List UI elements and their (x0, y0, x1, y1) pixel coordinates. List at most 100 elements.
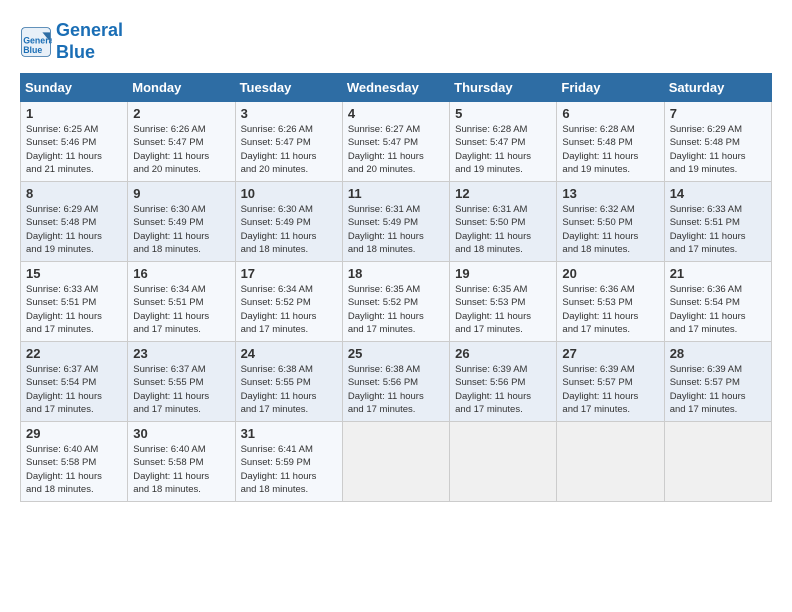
day-header-tuesday: Tuesday (235, 74, 342, 102)
day-info: Sunrise: 6:39 AM Sunset: 5:57 PM Dayligh… (562, 363, 658, 416)
day-info: Sunrise: 6:35 AM Sunset: 5:53 PM Dayligh… (455, 283, 551, 336)
day-info: Sunrise: 6:37 AM Sunset: 5:55 PM Dayligh… (133, 363, 229, 416)
day-info: Sunrise: 6:29 AM Sunset: 5:48 PM Dayligh… (26, 203, 122, 256)
day-info: Sunrise: 6:36 AM Sunset: 5:54 PM Dayligh… (670, 283, 766, 336)
day-info: Sunrise: 6:39 AM Sunset: 5:57 PM Dayligh… (670, 363, 766, 416)
calendar-cell: 8 Sunrise: 6:29 AM Sunset: 5:48 PM Daylig… (21, 182, 128, 262)
logo-icon: General Blue (20, 26, 52, 58)
day-number: 8 (26, 186, 122, 201)
day-number: 28 (670, 346, 766, 361)
day-info: Sunrise: 6:29 AM Sunset: 5:48 PM Dayligh… (670, 123, 766, 176)
calendar-cell (664, 422, 771, 502)
calendar-cell: 22 Sunrise: 6:37 AM Sunset: 5:54 PM Dayli… (21, 342, 128, 422)
day-info: Sunrise: 6:40 AM Sunset: 5:58 PM Dayligh… (26, 443, 122, 496)
calendar-cell: 29 Sunrise: 6:40 AM Sunset: 5:58 PM Dayli… (21, 422, 128, 502)
calendar-cell: 24Sunrise: 6:38 AM Sunset: 5:55 PM Dayli… (235, 342, 342, 422)
day-number: 31 (241, 426, 337, 441)
calendar-cell: 30 Sunrise: 6:40 AM Sunset: 5:58 PM Dayli… (128, 422, 235, 502)
day-number: 19 (455, 266, 551, 281)
day-header-friday: Friday (557, 74, 664, 102)
calendar-cell (450, 422, 557, 502)
calendar-cell: 4 Sunrise: 6:27 AM Sunset: 5:47 PM Daylig… (342, 102, 449, 182)
day-info: Sunrise: 6:37 AM Sunset: 5:54 PM Dayligh… (26, 363, 122, 416)
svg-text:Blue: Blue (23, 45, 42, 55)
calendar-cell (342, 422, 449, 502)
day-header-sunday: Sunday (21, 74, 128, 102)
calendar-cell: 16Sunrise: 6:34 AM Sunset: 5:51 PM Dayli… (128, 262, 235, 342)
calendar-cell: 15 Sunrise: 6:33 AM Sunset: 5:51 PM Dayli… (21, 262, 128, 342)
day-number: 1 (26, 106, 122, 121)
day-info: Sunrise: 6:28 AM Sunset: 5:47 PM Dayligh… (455, 123, 551, 176)
day-info: Sunrise: 6:32 AM Sunset: 5:50 PM Dayligh… (562, 203, 658, 256)
day-number: 26 (455, 346, 551, 361)
day-number: 15 (26, 266, 122, 281)
day-header-thursday: Thursday (450, 74, 557, 102)
day-info: Sunrise: 6:33 AM Sunset: 5:51 PM Dayligh… (26, 283, 122, 336)
day-number: 14 (670, 186, 766, 201)
calendar-cell: 17Sunrise: 6:34 AM Sunset: 5:52 PM Dayli… (235, 262, 342, 342)
day-number: 11 (348, 186, 444, 201)
calendar-cell: 7 Sunrise: 6:29 AM Sunset: 5:48 PM Daylig… (664, 102, 771, 182)
logo: General Blue General Blue (20, 20, 123, 63)
day-number: 13 (562, 186, 658, 201)
day-info: Sunrise: 6:35 AM Sunset: 5:52 PM Dayligh… (348, 283, 444, 336)
day-number: 4 (348, 106, 444, 121)
week-row-5: 29 Sunrise: 6:40 AM Sunset: 5:58 PM Dayli… (21, 422, 772, 502)
day-number: 12 (455, 186, 551, 201)
day-number: 16 (133, 266, 229, 281)
day-info: Sunrise: 6:41 AM Sunset: 5:59 PM Dayligh… (241, 443, 337, 496)
calendar-cell: 28 Sunrise: 6:39 AM Sunset: 5:57 PM Dayli… (664, 342, 771, 422)
calendar-cell: 21 Sunrise: 6:36 AM Sunset: 5:54 PM Dayli… (664, 262, 771, 342)
day-number: 9 (133, 186, 229, 201)
calendar-cell: 9Sunrise: 6:30 AM Sunset: 5:49 PM Daylig… (128, 182, 235, 262)
calendar-cell: 20 Sunrise: 6:36 AM Sunset: 5:53 PM Dayli… (557, 262, 664, 342)
week-row-4: 22 Sunrise: 6:37 AM Sunset: 5:54 PM Dayli… (21, 342, 772, 422)
day-number: 3 (241, 106, 337, 121)
week-row-3: 15 Sunrise: 6:33 AM Sunset: 5:51 PM Dayli… (21, 262, 772, 342)
day-info: Sunrise: 6:30 AM Sunset: 5:49 PM Dayligh… (241, 203, 337, 256)
day-info: Sunrise: 6:36 AM Sunset: 5:53 PM Dayligh… (562, 283, 658, 336)
day-info: Sunrise: 6:40 AM Sunset: 5:58 PM Dayligh… (133, 443, 229, 496)
day-info: Sunrise: 6:28 AM Sunset: 5:48 PM Dayligh… (562, 123, 658, 176)
calendar-cell: 2 Sunrise: 6:26 AM Sunset: 5:47 PM Daylig… (128, 102, 235, 182)
day-number: 10 (241, 186, 337, 201)
calendar-cell: 1Sunrise: 6:25 AM Sunset: 5:46 PM Daylig… (21, 102, 128, 182)
day-info: Sunrise: 6:33 AM Sunset: 5:51 PM Dayligh… (670, 203, 766, 256)
day-info: Sunrise: 6:31 AM Sunset: 5:49 PM Dayligh… (348, 203, 444, 256)
calendar-cell: 18 Sunrise: 6:35 AM Sunset: 5:52 PM Dayli… (342, 262, 449, 342)
day-number: 27 (562, 346, 658, 361)
day-number: 29 (26, 426, 122, 441)
day-number: 30 (133, 426, 229, 441)
calendar-cell: 13 Sunrise: 6:32 AM Sunset: 5:50 PM Dayli… (557, 182, 664, 262)
day-info: Sunrise: 6:27 AM Sunset: 5:47 PM Dayligh… (348, 123, 444, 176)
day-info: Sunrise: 6:26 AM Sunset: 5:47 PM Dayligh… (133, 123, 229, 176)
day-header-monday: Monday (128, 74, 235, 102)
week-row-2: 8 Sunrise: 6:29 AM Sunset: 5:48 PM Daylig… (21, 182, 772, 262)
day-info: Sunrise: 6:38 AM Sunset: 5:56 PM Dayligh… (348, 363, 444, 416)
day-number: 20 (562, 266, 658, 281)
day-info: Sunrise: 6:38 AM Sunset: 5:55 PM Dayligh… (241, 363, 337, 416)
header-row: SundayMondayTuesdayWednesdayThursdayFrid… (21, 74, 772, 102)
calendar-cell: 26Sunrise: 6:39 AM Sunset: 5:56 PM Dayli… (450, 342, 557, 422)
calendar-cell: 10 Sunrise: 6:30 AM Sunset: 5:49 PM Dayli… (235, 182, 342, 262)
calendar-cell: 12 Sunrise: 6:31 AM Sunset: 5:50 PM Dayli… (450, 182, 557, 262)
day-number: 21 (670, 266, 766, 281)
calendar-cell: 5 Sunrise: 6:28 AM Sunset: 5:47 PM Daylig… (450, 102, 557, 182)
page-header: General Blue General Blue (20, 20, 772, 63)
calendar-cell: 27 Sunrise: 6:39 AM Sunset: 5:57 PM Dayli… (557, 342, 664, 422)
day-number: 25 (348, 346, 444, 361)
day-info: Sunrise: 6:31 AM Sunset: 5:50 PM Dayligh… (455, 203, 551, 256)
week-row-1: 1Sunrise: 6:25 AM Sunset: 5:46 PM Daylig… (21, 102, 772, 182)
calendar-cell: 23 Sunrise: 6:37 AM Sunset: 5:55 PM Dayli… (128, 342, 235, 422)
calendar-cell: 6Sunrise: 6:28 AM Sunset: 5:48 PM Daylig… (557, 102, 664, 182)
day-number: 22 (26, 346, 122, 361)
day-number: 18 (348, 266, 444, 281)
day-info: Sunrise: 6:34 AM Sunset: 5:52 PM Dayligh… (241, 283, 337, 336)
calendar-cell: 25 Sunrise: 6:38 AM Sunset: 5:56 PM Dayli… (342, 342, 449, 422)
calendar-cell (557, 422, 664, 502)
day-header-wednesday: Wednesday (342, 74, 449, 102)
day-number: 7 (670, 106, 766, 121)
day-number: 5 (455, 106, 551, 121)
day-number: 23 (133, 346, 229, 361)
day-number: 2 (133, 106, 229, 121)
